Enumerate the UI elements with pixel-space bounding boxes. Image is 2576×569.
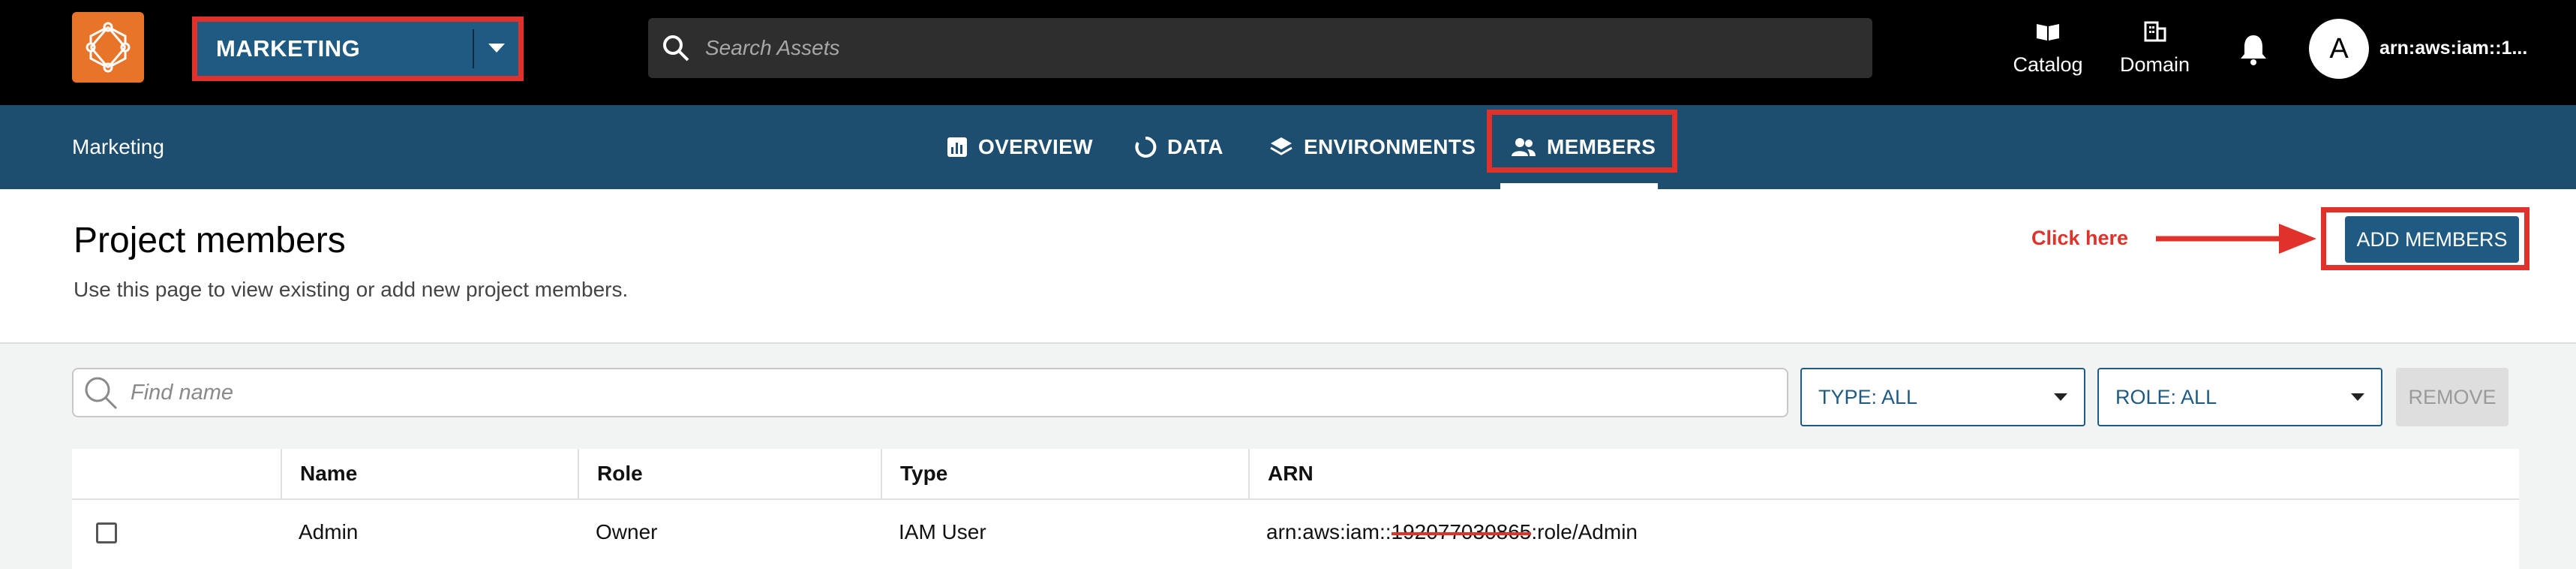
breadcrumb[interactable]: Marketing <box>72 135 164 159</box>
page-title: Project members <box>74 221 346 260</box>
find-name-input[interactable]: Find name <box>72 368 1788 417</box>
user-arn-label[interactable]: arn:aws:iam::1... <box>2379 38 2552 59</box>
tab-environments[interactable]: ENVIRONMENTS <box>1269 129 1476 165</box>
catalog-label: Catalog <box>2013 53 2083 76</box>
divider <box>72 498 2519 500</box>
circle-icon <box>1134 136 1157 158</box>
search-icon <box>662 34 690 62</box>
avatar[interactable]: A <box>2309 19 2369 79</box>
column-header-type[interactable]: Type <box>881 449 1248 498</box>
arrow-right-icon <box>2156 221 2318 260</box>
remove-button[interactable]: REMOVE <box>2396 368 2508 426</box>
active-tab-indicator <box>1500 183 1658 189</box>
tab-data[interactable]: DATA <box>1134 129 1223 165</box>
arn-account-redacted: 192077030865 <box>1391 520 1532 543</box>
chevron-down-icon <box>2351 393 2364 402</box>
column-header-name[interactable]: Name <box>281 449 578 498</box>
type-filter-select[interactable]: TYPE: ALL <box>1800 368 2085 426</box>
catalog-nav[interactable]: Catalog <box>2003 21 2093 77</box>
find-name-placeholder: Find name <box>131 380 234 405</box>
building-icon <box>2144 21 2166 47</box>
domain-nav[interactable]: Domain <box>2108 21 2202 77</box>
column-header-arn[interactable]: ARN <box>1248 449 2519 498</box>
arn-suffix: :role/Admin <box>1531 520 1638 543</box>
member-name: Admin <box>299 520 359 543</box>
member-arn: arn:aws:iam:: 192077030865:role/Admin <box>1248 507 1998 557</box>
tab-overview[interactable]: OVERVIEW <box>947 129 1093 165</box>
highlight-box-project <box>192 17 524 81</box>
member-role: Owner <box>596 520 658 543</box>
layers-icon <box>1269 136 1293 158</box>
search-assets-input[interactable]: Search Assets <box>648 18 1872 78</box>
annotation-label: Click here <box>2031 227 2129 249</box>
type-filter-label: TYPE: ALL <box>1818 385 1918 408</box>
tab-data-label: DATA <box>1167 135 1223 158</box>
search-placeholder: Search Assets <box>705 36 840 59</box>
arn-prefix: arn:aws:iam:: <box>1266 520 1392 543</box>
tab-environments-label: ENVIRONMENTS <box>1304 135 1476 158</box>
column-header-role[interactable]: Role <box>578 449 881 498</box>
page-description: Use this page to view existing or add ne… <box>74 278 629 301</box>
highlight-box-add-members <box>2321 207 2529 270</box>
bell-icon[interactable] <box>2238 33 2268 70</box>
chevron-down-icon <box>2054 393 2067 402</box>
search-icon <box>83 375 119 411</box>
book-icon <box>2035 21 2061 47</box>
role-filter-label: ROLE: ALL <box>2115 385 2217 408</box>
bar-chart-icon <box>947 137 968 158</box>
app-logo-icon[interactable] <box>72 12 144 83</box>
highlight-box-members <box>1487 110 1677 173</box>
role-filter-select[interactable]: ROLE: ALL <box>2097 368 2382 426</box>
tab-overview-label: OVERVIEW <box>978 135 1093 158</box>
domain-label: Domain <box>2119 53 2190 76</box>
row-checkbox[interactable] <box>96 522 117 543</box>
member-type: IAM User <box>899 520 986 543</box>
